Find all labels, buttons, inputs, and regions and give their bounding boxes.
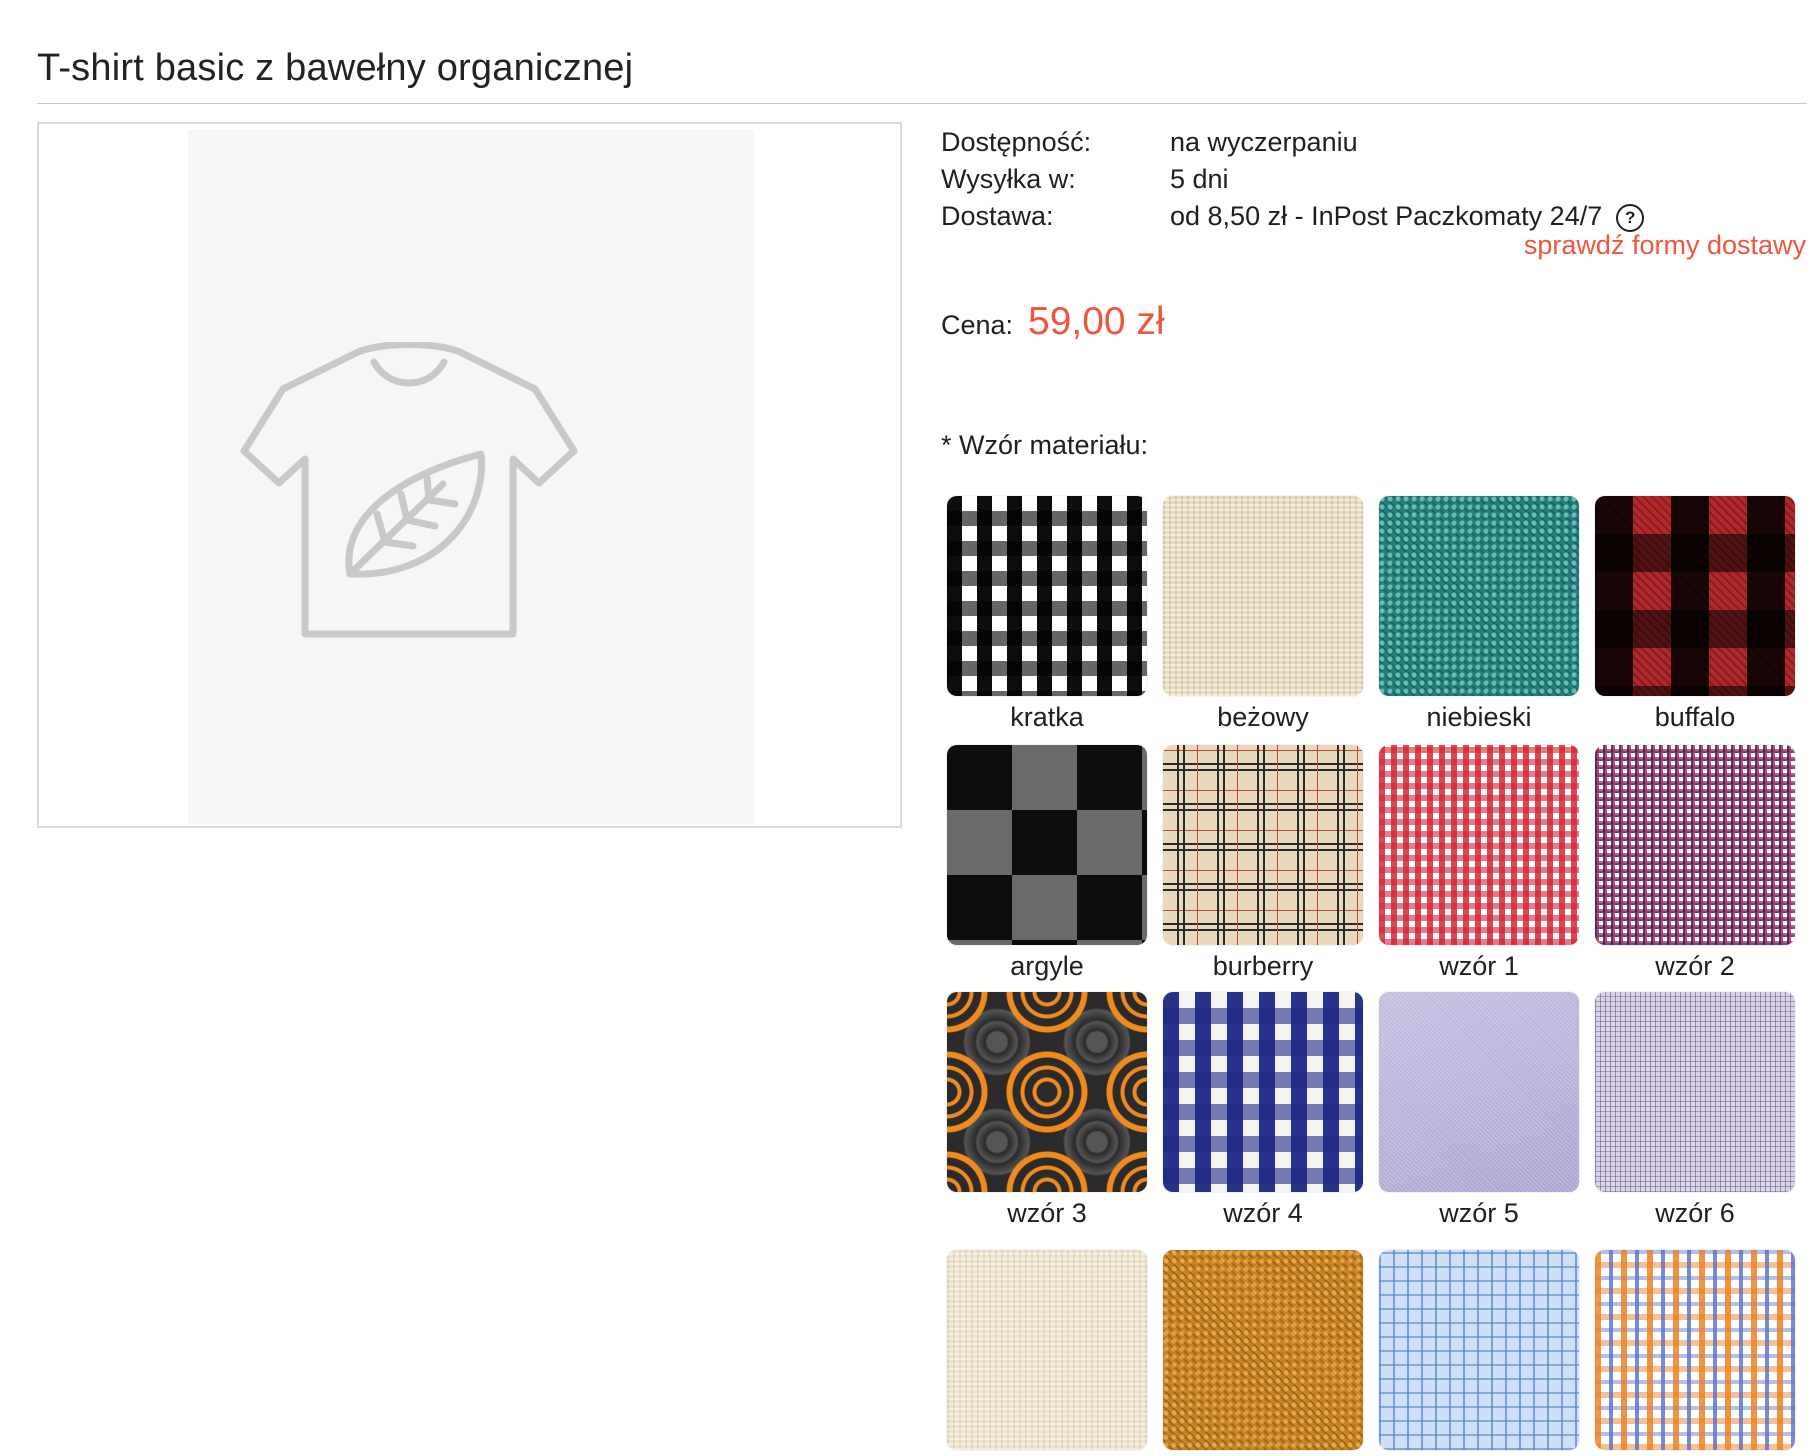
swatch-image (1379, 1250, 1579, 1450)
tshirt-leaf-icon (240, 342, 578, 638)
swatch-image (947, 745, 1147, 945)
swatch-image (947, 496, 1147, 696)
swatch-image (1163, 496, 1363, 696)
swatch-label: beżowy (1217, 702, 1309, 732)
swatch-image (947, 1250, 1147, 1450)
swatch-image (1163, 1250, 1363, 1450)
swatch-label: niebieski (1426, 702, 1532, 732)
swatch-image (1379, 992, 1579, 1192)
pattern-swatch-kratka[interactable]: kratka (947, 496, 1147, 733)
pattern-swatch-argyle[interactable]: argyle (947, 745, 1147, 982)
swatch-image (1595, 745, 1795, 945)
pattern-swatch-wzor-3[interactable]: wzór 3 (947, 992, 1147, 1229)
pattern-swatch-wzor-4[interactable]: wzór 4 (1163, 992, 1363, 1229)
page-title: T-shirt basic z bawełny organicznej (37, 47, 634, 89)
swatch-image (1163, 745, 1363, 945)
swatch-image (1379, 745, 1579, 945)
product-image-frame[interactable] (37, 122, 902, 828)
pattern-swatch-wzor-2[interactable]: wzór 2 (1595, 745, 1795, 982)
pattern-swatch-16[interactable] (1595, 1250, 1795, 1456)
delivery-label: Dostawa: (941, 201, 1054, 231)
price-label: Cena: (941, 310, 1014, 340)
swatch-image (1379, 496, 1579, 696)
swatch-label: wzór 5 (1439, 1198, 1519, 1228)
pattern-swatch-niebieski[interactable]: niebieski (1379, 496, 1579, 733)
pattern-swatch-burberry[interactable]: burberry (1163, 745, 1363, 982)
swatch-image (1595, 992, 1795, 1192)
availability-label: Dostępność: (941, 127, 1092, 157)
pattern-swatch-bezowy[interactable]: beżowy (1163, 496, 1363, 733)
pattern-swatch-wzor-6[interactable]: wzór 6 (1595, 992, 1795, 1229)
swatch-label: burberry (1212, 951, 1314, 981)
question-circle-icon[interactable]: ? (1616, 204, 1645, 232)
delivery-value: od 8,50 zł - InPost Paczkomaty 24/7 (1170, 201, 1603, 231)
title-divider (37, 103, 1807, 104)
swatch-image (947, 992, 1147, 1192)
swatch-image (1595, 496, 1795, 696)
delivery-options-link[interactable]: sprawdź formy dostawy (1524, 230, 1806, 261)
swatch-label: wzór 6 (1655, 1198, 1735, 1228)
pattern-swatch-14[interactable] (1163, 1250, 1363, 1456)
swatch-label: wzór 2 (1655, 951, 1735, 981)
swatch-image (1595, 1250, 1795, 1450)
pattern-swatch-wzor-5[interactable]: wzór 5 (1379, 992, 1579, 1229)
pattern-swatch-wzor-1[interactable]: wzór 1 (1379, 745, 1579, 982)
availability-value: na wyczerpaniu (1170, 127, 1358, 157)
swatch-label: kratka (1010, 702, 1084, 732)
swatch-label: argyle (1010, 951, 1084, 981)
swatch-label: wzór 3 (1007, 1198, 1087, 1228)
price-value: 59,00 zł (1028, 300, 1165, 343)
swatch-label: buffalo (1654, 702, 1736, 732)
pattern-swatch-buffalo[interactable]: buffalo (1595, 496, 1795, 733)
pattern-swatch-13[interactable] (947, 1250, 1147, 1456)
pattern-label: * Wzór materiału: (941, 430, 1149, 460)
swatch-label: wzór 1 (1439, 951, 1519, 981)
swatch-image (1163, 992, 1363, 1192)
swatch-label: wzór 4 (1223, 1198, 1303, 1228)
shipping-label: Wysyłka w: (941, 164, 1076, 194)
shipping-value: 5 dni (1170, 164, 1229, 194)
pattern-swatch-15[interactable] (1379, 1250, 1579, 1456)
